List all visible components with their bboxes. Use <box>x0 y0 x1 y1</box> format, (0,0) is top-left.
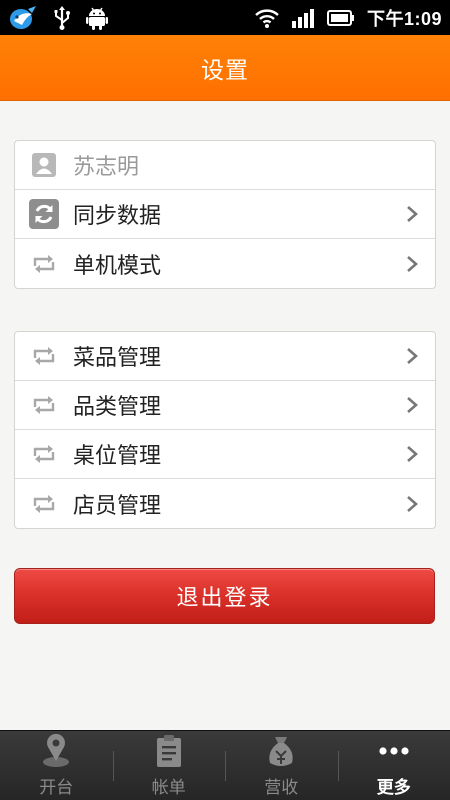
signal-icon <box>291 8 315 28</box>
offline-mode-label: 单机模式 <box>73 253 162 279</box>
status-time: 下午1:09 <box>366 8 442 29</box>
status-bar: 下午1:09 <box>0 0 450 35</box>
chevron-right-icon <box>405 395 419 415</box>
app-bird-icon <box>8 5 38 31</box>
dish-management-row[interactable]: 菜品管理 <box>15 332 435 381</box>
logout-button[interactable]: 退出登录 <box>14 568 435 624</box>
staff-management-label: 店员管理 <box>73 493 162 519</box>
tab-bills[interactable]: 帐单 <box>112 731 226 800</box>
management-group: 菜品管理 品类管理 桌位管理 店员管理 <box>14 331 436 529</box>
more-icon <box>378 731 410 771</box>
title-bar: 设置 <box>0 35 450 101</box>
tab-label: 营收 <box>264 778 299 798</box>
money-bag-icon <box>265 731 297 771</box>
staff-management-row[interactable]: 店员管理 <box>15 479 435 528</box>
dish-management-label: 菜品管理 <box>73 346 162 371</box>
usb-icon <box>52 5 72 30</box>
repeat-icon <box>29 390 59 420</box>
location-pin-icon <box>40 731 72 771</box>
offline-mode-row[interactable]: 单机模式 <box>15 239 435 288</box>
bottom-tab-bar: 开台 帐单 营收 更多 <box>0 730 450 800</box>
chevron-right-icon <box>405 444 419 464</box>
chevron-right-icon <box>405 204 419 224</box>
android-icon <box>86 6 108 30</box>
repeat-icon <box>29 439 59 469</box>
account-settings-group: 苏志明 同步数据 单机模式 <box>14 140 436 289</box>
tab-open-table[interactable]: 开台 <box>0 731 113 800</box>
page-title: 设置 <box>201 57 249 84</box>
status-left <box>8 5 122 31</box>
table-management-label: 桌位管理 <box>73 444 162 469</box>
chevron-right-icon <box>405 346 419 366</box>
chevron-right-icon <box>405 254 419 274</box>
tab-label: 帐单 <box>151 778 186 798</box>
tab-label: 开台 <box>39 778 74 798</box>
category-management-label: 品类管理 <box>73 395 162 420</box>
user-name-label: 苏志明 <box>73 155 140 180</box>
sync-data-label: 同步数据 <box>73 204 162 229</box>
user-icon <box>29 150 59 180</box>
clipboard-icon <box>155 731 183 771</box>
sync-data-row[interactable]: 同步数据 <box>15 190 435 239</box>
tab-label: 更多 <box>376 778 411 798</box>
wifi-icon <box>255 8 279 28</box>
repeat-icon <box>29 249 59 279</box>
tab-revenue[interactable]: 营收 <box>225 731 338 800</box>
repeat-icon <box>29 341 59 371</box>
category-management-row[interactable]: 品类管理 <box>15 381 435 430</box>
tab-more[interactable]: 更多 <box>337 731 450 800</box>
table-management-row[interactable]: 桌位管理 <box>15 430 435 479</box>
status-right: 下午1:09 <box>243 5 442 31</box>
chevron-right-icon <box>405 494 419 514</box>
user-name-row: 苏志明 <box>15 141 435 190</box>
battery-icon <box>326 9 355 27</box>
repeat-icon <box>29 489 59 519</box>
sync-icon <box>29 199 59 229</box>
